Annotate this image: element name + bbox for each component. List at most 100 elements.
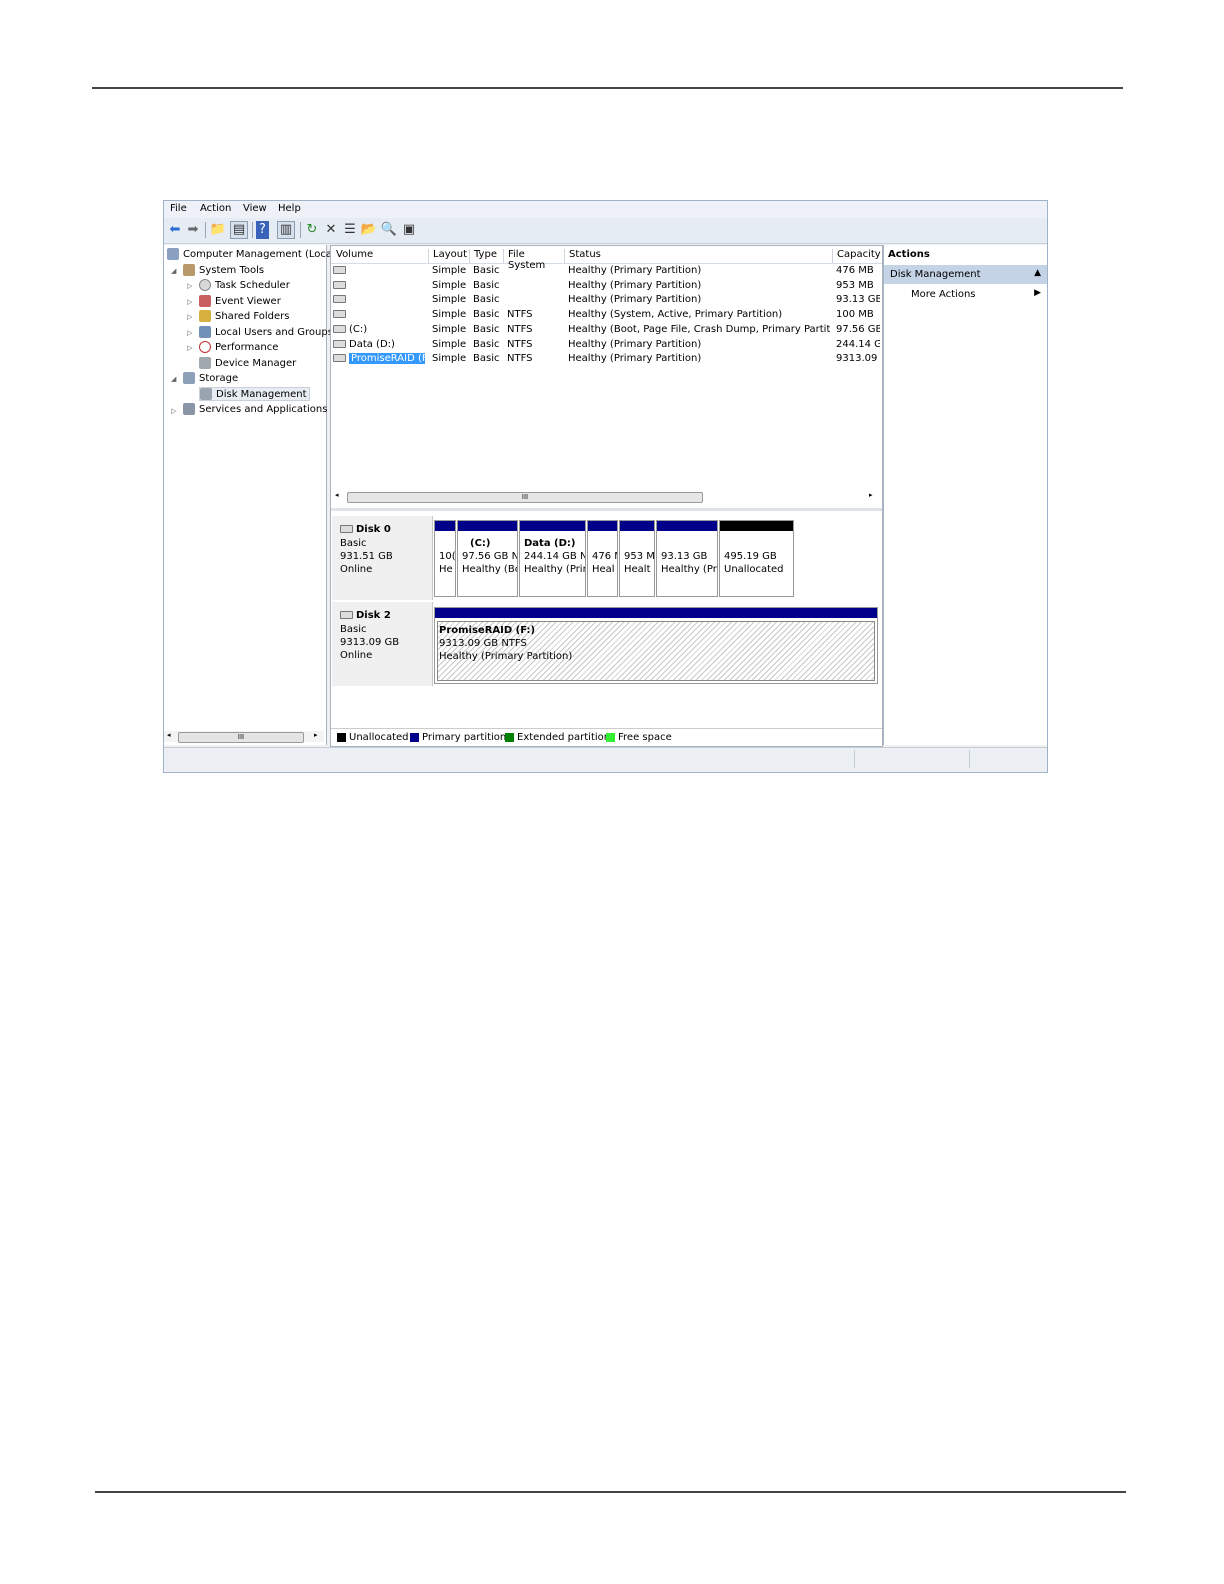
volume-cell-layout: Simple <box>432 353 466 365</box>
volume-row[interactable]: Simple Basic Healthy (Primary Partition) 95… <box>331 280 882 294</box>
scroll-left-icon[interactable]: ◂ <box>167 731 171 739</box>
volume-row[interactable]: Simple Basic NTFS Healthy (System, Active, … <box>331 309 882 323</box>
volume-list-scrollbar[interactable]: ◂ III ▸ <box>333 491 878 503</box>
drive-icon <box>333 324 346 333</box>
disk0-partition[interactable]: 953 M Healt <box>619 520 655 597</box>
col-capacity[interactable]: Capacity <box>832 249 882 263</box>
volume-cell-volume: (C:) <box>333 324 425 335</box>
scroll-right-icon[interactable]: ▸ <box>869 491 873 499</box>
drive-icon <box>333 354 346 363</box>
tree-event-viewer[interactable]: Event Viewer <box>199 295 281 307</box>
tree-scroll-thumb[interactable]: III <box>178 732 304 743</box>
storage-icon <box>183 372 195 384</box>
disk2-partition-promiseraid[interactable]: PromiseRAID (F:) 9313.09 GB NTFS Healthy… <box>434 607 878 684</box>
volume-row[interactable]: PromiseRAID (F:) Simple Basic NTFS Healthy (… <box>331 353 882 367</box>
partition-size: 244.14 GB N <box>524 551 586 562</box>
legend-swatch <box>410 732 419 742</box>
volume-cell-type: Basic <box>473 279 500 291</box>
disk0-partition[interactable]: Data (D:) 244.14 GB N Healthy (Prir <box>519 520 586 597</box>
tree-device-manager[interactable]: Device Manager <box>199 357 296 369</box>
scroll-right-icon[interactable]: ▸ <box>314 731 318 739</box>
collapse-arrow-icon[interactable]: ▷ <box>171 407 176 415</box>
col-layout[interactable]: Layout <box>428 249 467 263</box>
col-type[interactable]: Type <box>469 249 502 263</box>
collapse-arrow-icon[interactable]: ▷ <box>187 298 192 306</box>
col-file-system[interactable]: File System <box>503 249 563 271</box>
volume-name: Data (D:) <box>349 338 395 350</box>
show-hide-tree-icon[interactable]: ▤ <box>230 221 248 239</box>
collapse-up-icon[interactable]: ▲ <box>1034 268 1041 278</box>
collapse-arrow-icon[interactable]: ▷ <box>187 344 192 352</box>
up-folder-icon[interactable]: 📁 <box>209 221 227 239</box>
tree-task-scheduler[interactable]: Task Scheduler <box>199 279 290 291</box>
volume-row[interactable]: Simple Basic Healthy (Primary Partition) 47… <box>331 265 882 279</box>
partition-title: Data (D:) <box>524 538 576 549</box>
expand-arrow-icon[interactable]: ◢ <box>171 267 176 275</box>
tree-disk-management[interactable]: Disk Management <box>199 387 310 401</box>
open-icon[interactable]: 📂 <box>360 221 378 239</box>
tree-services-applications[interactable]: Services and Applications <box>183 403 327 415</box>
expand-arrow-icon[interactable]: ◢ <box>171 375 176 383</box>
scroll-left-icon[interactable]: ◂ <box>335 491 339 499</box>
disk0-partition[interactable]: 476 M Heal <box>587 520 618 597</box>
search-icon[interactable]: 🔍 <box>380 221 398 239</box>
menu-file[interactable]: File <box>170 203 187 214</box>
volume-cell-status: Healthy (System, Active, Primary Partiti… <box>568 309 783 321</box>
show-hide-action-pane-icon[interactable]: ▥ <box>277 221 295 239</box>
computer-icon <box>167 248 179 260</box>
disk0-partition[interactable]: (C:) 97.56 GB N Healthy (Bc <box>457 520 518 597</box>
menu-action[interactable]: Action <box>200 203 231 214</box>
help-icon[interactable]: ? <box>256 221 269 239</box>
forward-icon[interactable]: ➡ <box>184 221 202 239</box>
clock-icon <box>199 279 211 291</box>
disk0-state: Online <box>340 564 373 575</box>
partition-title: (C:) <box>470 538 491 549</box>
collapse-arrow-icon[interactable]: ▷ <box>187 282 192 290</box>
tree-storage[interactable]: Storage <box>183 372 238 384</box>
tree-performance[interactable]: Performance <box>199 341 278 353</box>
volume-row[interactable]: Simple Basic Healthy (Primary Partition) 93… <box>331 294 882 308</box>
col-volume[interactable]: Volume <box>332 249 426 263</box>
disk2-info[interactable]: Disk 2 Basic 9313.09 GB Online <box>332 602 433 686</box>
tree-system-tools[interactable]: System Tools <box>183 264 264 276</box>
properties-icon[interactable]: ☰ <box>341 221 359 239</box>
collapse-arrow-icon[interactable]: ▷ <box>187 329 192 337</box>
disk-icon[interactable]: ▣ <box>400 221 418 239</box>
collapse-arrow-icon[interactable]: ▷ <box>187 313 192 321</box>
tree-root[interactable]: Computer Management (Local <box>167 248 335 260</box>
partition-size: 97.56 GB N <box>462 551 518 562</box>
volume-row[interactable]: Data (D:) Simple Basic NTFS Healthy (Primary… <box>331 339 882 353</box>
legend-item: Primary partition <box>410 732 506 743</box>
volume-cell-fs: NTFS <box>507 353 533 365</box>
disk0-partition[interactable]: 10(He <box>434 520 456 597</box>
tree-shared-folders[interactable]: Shared Folders <box>199 310 290 322</box>
actions-section-disk-management[interactable]: Disk Management ▲ <box>884 265 1047 284</box>
tree-horizontal-scrollbar[interactable]: ◂ III ▸ <box>164 731 324 743</box>
navigation-tree: Computer Management (Local ◢ System Tool… <box>164 245 335 745</box>
status-bar <box>164 747 1047 770</box>
partition-color-bar <box>520 521 585 531</box>
col-status[interactable]: Status <box>564 249 831 263</box>
disk-icon <box>340 611 353 619</box>
menu-view[interactable]: View <box>243 203 267 214</box>
actions-title: Actions <box>888 249 930 260</box>
back-icon[interactable]: ⬅ <box>166 221 184 239</box>
disk0-partition[interactable]: 93.13 GB Healthy (Pr <box>656 520 718 597</box>
partition-size: 10( <box>439 551 456 562</box>
disk0-partition[interactable]: 495.19 GB Unallocated <box>719 520 794 597</box>
more-actions-item[interactable]: More Actions ▶ <box>884 287 1047 303</box>
partition-size: 495.19 GB <box>724 551 777 562</box>
partition-color-bar <box>458 521 517 531</box>
refresh-icon[interactable]: ↻ <box>303 221 321 239</box>
drive-icon <box>333 280 346 289</box>
delete-icon[interactable]: ✕ <box>322 221 340 239</box>
legend-swatch <box>505 732 514 742</box>
pane-splitter[interactable] <box>331 508 882 511</box>
tree-local-users[interactable]: Local Users and Groups <box>199 326 333 338</box>
volume-scroll-thumb[interactable]: III <box>347 492 703 503</box>
volume-cell-volume: PromiseRAID (F:) <box>333 353 425 365</box>
menu-help[interactable]: Help <box>278 203 301 214</box>
legend-label: Free space <box>618 732 672 743</box>
volume-row[interactable]: (C:) Simple Basic NTFS Healthy (Boot, Page F… <box>331 324 882 338</box>
disk0-info[interactable]: Disk 0 Basic 931.51 GB Online <box>332 516 433 600</box>
